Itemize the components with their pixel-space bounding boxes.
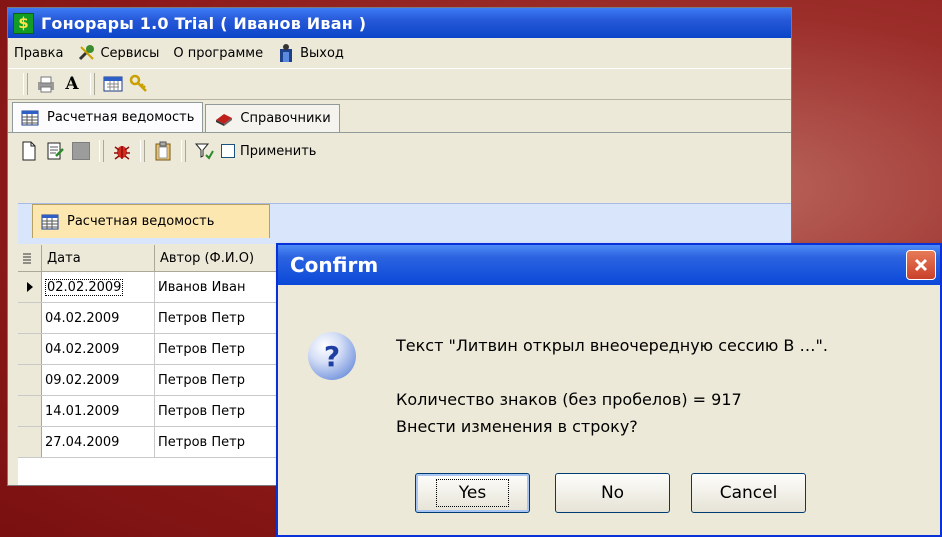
yes-button-label: Yes xyxy=(435,479,510,507)
apply-checkbox[interactable] xyxy=(221,144,235,158)
cell-author[interactable]: Петров Петр xyxy=(155,334,281,364)
tab-label: Справочники xyxy=(240,111,331,126)
cell-author[interactable]: Петров Петр xyxy=(155,303,281,333)
dialog-titlebar[interactable]: Confirm xyxy=(278,245,940,285)
cell-date[interactable]: 02.02.2009 xyxy=(42,272,155,302)
delete-bug-icon[interactable] xyxy=(111,140,133,162)
tools-icon xyxy=(79,45,95,61)
row-indicator xyxy=(18,334,42,364)
cell-date[interactable]: 09.02.2009 xyxy=(42,365,155,395)
confirm-dialog: Confirm ? Текст "Литвин открыл внеочеред… xyxy=(276,243,942,537)
row-indicator xyxy=(18,396,42,426)
dialog-message-count: Количество знаков (без пробелов) = 917 xyxy=(396,390,742,409)
cell-author[interactable]: Петров Петр xyxy=(155,365,281,395)
window-titlebar[interactable]: $ Гонорары 1.0 Trial ( Иванов Иван ) xyxy=(8,8,791,38)
exit-icon xyxy=(280,44,293,62)
dollar-icon: $ xyxy=(13,12,34,34)
cell-author[interactable]: Петров Петр xyxy=(155,396,281,426)
menu-item-edit[interactable]: Правка xyxy=(14,46,63,61)
close-icon[interactable] xyxy=(906,250,936,280)
tab-label: Расчетная ведомость xyxy=(47,110,195,125)
cell-date[interactable]: 04.02.2009 xyxy=(42,334,155,364)
no-button[interactable]: No xyxy=(555,473,670,513)
menu-item-exit[interactable]: Выход xyxy=(277,43,344,63)
no-button-label: No xyxy=(600,483,625,503)
tab-references[interactable]: Справочники xyxy=(205,104,340,132)
window-title: Гонорары 1.0 Trial ( Иванов Иван ) xyxy=(41,13,367,33)
menubar: Правка Сервисы О программе Выход xyxy=(8,38,791,68)
cancel-button-label: Cancel xyxy=(719,483,778,503)
column-header-author[interactable]: Автор (Ф.И.О) xyxy=(155,245,281,271)
document-tabstrip: Расчетная ведомость xyxy=(18,203,791,244)
filter-icon[interactable] xyxy=(193,140,215,162)
row-indicator xyxy=(18,427,42,457)
cancel-button[interactable]: Cancel xyxy=(691,473,806,513)
cell-date[interactable]: 14.01.2009 xyxy=(42,396,155,426)
document-tab-payroll[interactable]: Расчетная ведомость xyxy=(32,204,270,238)
main-tabs: Расчетная ведомость Справочники xyxy=(8,100,791,132)
print-icon[interactable] xyxy=(35,73,57,95)
dialog-message-question: Внести изменения в строку? xyxy=(396,417,638,436)
cell-date[interactable]: 27.04.2009 xyxy=(42,427,155,457)
disabled-icon xyxy=(70,140,92,162)
table-icon xyxy=(41,214,59,229)
cell-date-text: 02.02.2009 xyxy=(45,278,124,296)
font-icon[interactable]: A xyxy=(61,73,83,95)
new-document-icon[interactable] xyxy=(18,140,40,162)
toolbar-separator xyxy=(140,140,145,162)
menu-label: О программе xyxy=(173,45,264,61)
row-indicator xyxy=(18,365,42,395)
dialog-title: Confirm xyxy=(290,253,379,277)
toolbar-separator xyxy=(99,140,104,162)
menu-label: Выход xyxy=(300,45,344,61)
column-header-date[interactable]: Дата xyxy=(42,245,155,271)
menu-item-services[interactable]: Сервисы xyxy=(77,43,159,63)
payroll-toolbar: Применить xyxy=(8,132,791,169)
clipboard-icon[interactable] xyxy=(152,140,174,162)
toolbar-grip[interactable] xyxy=(23,73,28,95)
cell-date[interactable]: 04.02.2009 xyxy=(42,303,155,333)
row-indicator xyxy=(18,303,42,333)
key-icon[interactable] xyxy=(128,73,150,95)
toolbar-separator xyxy=(181,140,186,162)
apply-checkbox-label: Применить xyxy=(240,143,317,159)
edit-document-icon[interactable] xyxy=(44,140,66,162)
grid-menu-icon[interactable] xyxy=(18,245,42,271)
dialog-message-text: Текст "Литвин открыл внеочередную сессию… xyxy=(396,336,828,355)
calendar-icon[interactable] xyxy=(102,73,124,95)
table-icon xyxy=(21,110,39,125)
menu-label: Сервисы xyxy=(100,45,160,61)
cell-author[interactable]: Петров Петр xyxy=(155,427,281,457)
toolbar-separator xyxy=(90,73,95,95)
document-tab-label: Расчетная ведомость xyxy=(67,214,215,229)
yes-button[interactable]: Yes xyxy=(415,473,530,513)
main-toolbar: A xyxy=(8,68,791,100)
tab-payroll[interactable]: Расчетная ведомость xyxy=(12,102,204,132)
menu-item-about[interactable]: О программе xyxy=(173,46,263,61)
question-icon: ? xyxy=(308,332,356,380)
menu-label: Правка xyxy=(14,45,64,61)
current-row-indicator-icon xyxy=(18,272,42,302)
cell-author[interactable]: Иванов Иван xyxy=(155,272,281,302)
book-icon xyxy=(216,113,233,126)
